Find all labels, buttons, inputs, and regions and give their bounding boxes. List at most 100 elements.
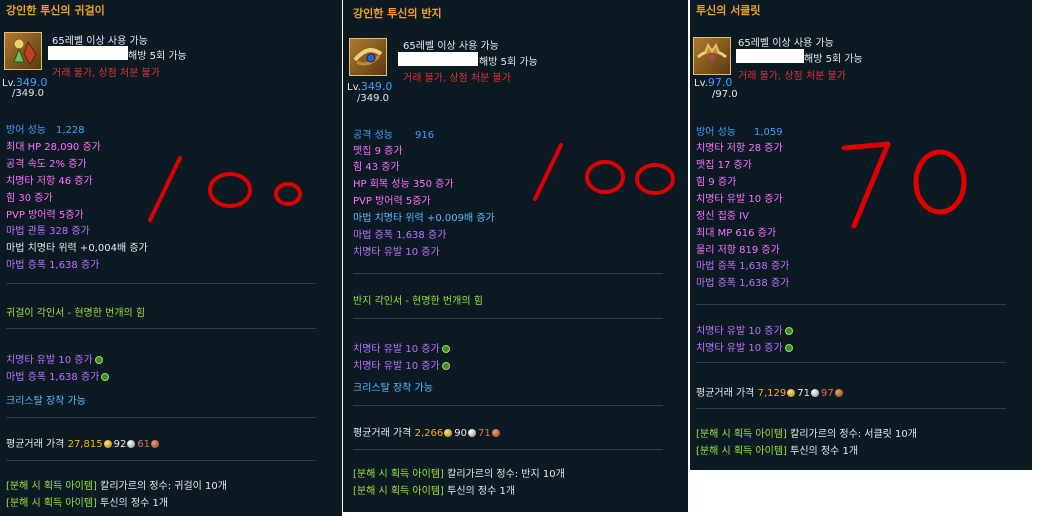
divider [696,362,1006,363]
price-gold: 27,815 [67,439,103,450]
divider [353,449,663,450]
gold-coin-icon [787,389,796,397]
stat-row: 공격 성능 916 [353,126,434,141]
disassemble-text: 칼리가르의 정수: 서클릿 10개 [790,429,917,440]
lv-max: /349.0 [12,88,44,99]
disassemble-row: [분해 시 획득 아이템] 칼리가르의 정수: 귀걸이 10개 [6,477,227,492]
redacted-area [398,52,478,66]
gold-coin-icon [444,429,453,437]
stat-row: 최대 MP 616 증가 [696,228,777,239]
engrave-text: 귀걸이 각인서 - 현명한 번개의 힘 [6,308,146,319]
stat-value: 1,059 [753,127,783,138]
rune-stat-label: 치명타 유발 10 증가 [353,361,440,372]
rune-icon [441,345,450,353]
seal-release-text: 해방 5회 가능 [128,51,187,62]
lv-max: /349.0 [357,93,389,104]
price-copper: 61 [137,439,151,450]
price-label: 평균거래 가격 [353,428,412,439]
rune-icon [784,327,793,335]
trade-restriction: 거래 불가, 상점 처분 불가 [52,68,160,79]
tooltip-panel-earring: 강인한 투신의 귀걸이 65레벨 이상 사용 가능 해방 5회 가능 거래 불가… [0,0,342,516]
handwritten-annotation-100 [533,143,675,201]
stat-row: 정신 집중 IV [696,211,749,222]
stat-row: 마법 증폭 1,638 증가 [353,230,447,241]
rune-stat-label: 치명타 유발 10 증가 [353,344,440,355]
stat-row: HP 회복 성능 350 증가 [353,179,454,190]
rune-stat-row: 치명타 유발 10 증가 [353,357,450,372]
silver-coin-icon [810,389,819,397]
rune-stat-row: 치명타 유발 10 증가 [353,340,450,355]
stat-row: 치명타 유발 10 증가 [696,194,783,205]
stat-row: 치명타 저항 28 증가 [696,143,783,154]
level-requirement: 65레벨 이상 사용 가능 [403,41,499,52]
price-gold: 7,129 [757,388,787,399]
stat-label: 공격 성능 [353,130,393,141]
disassemble-text: 칼리가르의 정수: 귀걸이 10개 [100,481,227,492]
divider [6,328,316,329]
stat-row: 방어 성능 1,059 [696,123,783,138]
disassemble-tag: [분해 시 획득 아이템] [353,486,444,497]
disassemble-row: [분해 시 획득 아이템] 투신의 정수 1개 [696,442,858,457]
stat-row: 마법 증폭 1,638 증가 [696,278,790,289]
price-gold: 2,266 [414,428,444,439]
rune-stat-row: 치명타 유발 10 증가 [6,351,103,366]
earring-icon [4,32,42,70]
stat-row: 힘 30 증가 [6,193,53,204]
ring-icon [349,38,387,76]
disassemble-row: [분해 시 획득 아이템] 투신의 정수 1개 [6,494,168,509]
disassemble-text: 투신의 정수 1개 [100,498,169,509]
price-row: 평균거래 가격 7,129 71 97 [696,384,845,399]
rune-icon [101,373,110,381]
stat-label: 방어 성능 [696,127,736,138]
copper-coin-icon [491,429,500,437]
divider [353,405,663,406]
item-level: Lv.97.0 [694,76,732,89]
seal-release-text: 해방 5회 가능 [479,57,538,68]
item-level: Lv.349.0 [347,80,392,93]
disassemble-text: 칼리가르의 정수: 반지 10개 [447,469,565,480]
stat-row: PVP 방어력 5증가 [6,210,84,221]
redacted-area [736,49,804,63]
lv-max: /97.0 [712,89,738,100]
stat-value: 1,228 [55,125,85,136]
rune-icon [94,356,103,364]
stat-row: 마법 관통 328 증가 [6,226,90,237]
crystal-text: 크리스탈 장착 가능 [6,396,86,407]
rune-icon [784,344,793,352]
trade-restriction: 거래 불가, 상점 처분 불가 [403,73,511,84]
stat-row: 마법 치명타 위력 +0.009배 증가 [353,213,495,224]
disassemble-tag: [분해 시 획득 아이템] [696,446,787,457]
circlet-icon [693,37,731,75]
stat-row: 공격 속도 2% 증가 [6,159,87,170]
lv-label: Lv. [347,82,361,93]
disassemble-tag: [분해 시 획득 아이템] [6,498,97,509]
stat-row: 힘 43 증가 [353,162,400,173]
stat-row: 맷집 9 증가 [353,146,403,157]
crystal-text: 크리스탈 장착 가능 [353,383,433,394]
rune-stat-label: 치명타 유발 10 증가 [696,343,783,354]
divider [6,283,316,284]
divider [696,408,1006,409]
price-label: 평균거래 가격 [696,388,755,399]
stat-row: PVP 방어력 5증가 [353,196,431,207]
price-silver: 92 [113,439,127,450]
disassemble-tag: [분해 시 획득 아이템] [696,429,787,440]
stat-label: 방어 성능 [6,125,46,136]
rune-stat-row: 마법 증폭 1,638 증가 [6,368,110,383]
divider [6,417,316,418]
price-copper: 97 [820,388,834,399]
silver-coin-icon [467,429,476,437]
seal-release-text: 해방 5회 가능 [804,54,863,65]
rune-stat-label: 치명타 유발 10 증가 [6,355,93,366]
price-silver: 71 [797,388,810,399]
divider [6,460,316,461]
stat-row: 마법 증폭 1,638 증가 [6,260,100,271]
divider [696,304,1006,305]
stat-row: 물리 저항 819 증가 [696,245,780,256]
silver-coin-icon [127,440,136,448]
stat-value: 916 [414,130,435,141]
price-row: 평균거래 가격 27,815 92 61 [6,435,161,450]
price-silver: 90 [454,428,467,439]
lv-current: 97.0 [707,76,733,89]
stat-row: 방어 성능 1,228 [6,121,85,136]
